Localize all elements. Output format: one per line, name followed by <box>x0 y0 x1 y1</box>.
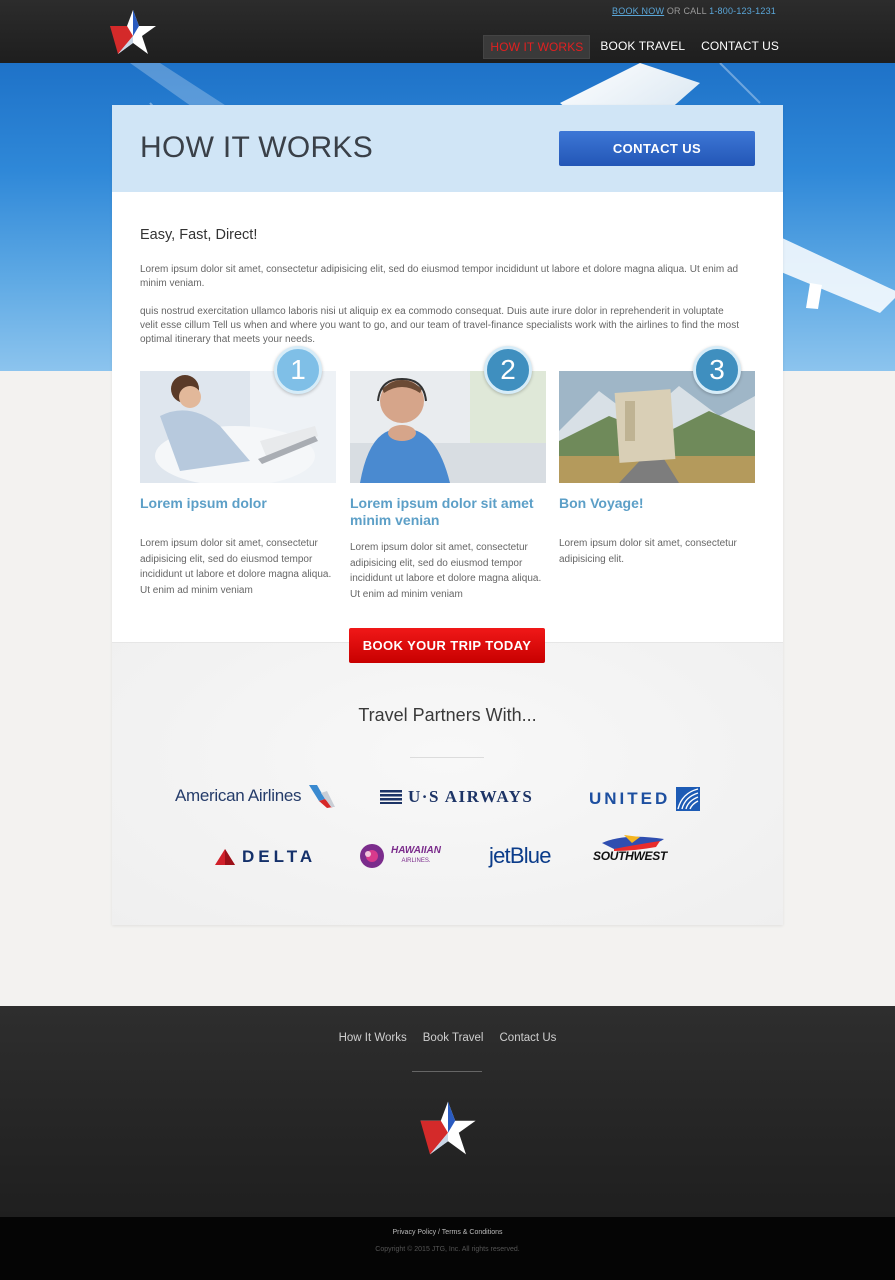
delta-widget-icon <box>215 849 235 865</box>
footer-divider <box>412 1071 482 1072</box>
step-3-title: Bon Voyage! <box>559 495 644 511</box>
main-card: HOW IT WORKS CONTACT US Easy, Fast, Dire… <box>112 105 783 925</box>
intro-paragraph-1: Lorem ipsum dolor sit amet, consectetur … <box>140 264 739 289</box>
footer: How It Works Book Travel Contact Us <box>0 1006 895 1217</box>
step-2-badge: 2 <box>484 346 532 394</box>
us-airways-logo: U·S AIRWAYS <box>380 787 533 807</box>
us-airways-name: U·S AIRWAYS <box>408 787 534 806</box>
privacy-policy-link[interactable]: Privacy Policy <box>393 1229 437 1236</box>
american-airlines-eagle-icon <box>309 785 336 808</box>
united-globe-icon <box>676 787 701 811</box>
book-trip-button[interactable]: BOOK YOUR TRIP TODAY <box>349 628 545 663</box>
step-2-text: Lorem ipsum dolor sit amet, consectetur … <box>350 542 542 600</box>
southwest-name: SOUTHWEST <box>593 849 667 863</box>
intro-heading: Easy, Fast, Direct! <box>140 227 258 243</box>
step-1-title: Lorem ipsum dolor <box>140 495 267 511</box>
hawaiian-flower-icon <box>360 844 384 868</box>
delta-logo: DELTA <box>214 847 316 867</box>
delta-name: DELTA <box>242 847 317 866</box>
top-contact-line: BOOK NOW OR CALL 1-800-123-1231 <box>612 6 776 16</box>
partners-title: Travel Partners With... <box>358 705 537 725</box>
footer-link-contact-us[interactable]: Contact Us <box>500 1032 557 1044</box>
footer-star-logo-icon[interactable] <box>418 1099 478 1157</box>
page-title: HOW IT WORKS <box>140 131 374 164</box>
nav-item-contact-us[interactable]: CONTACT US <box>695 35 785 59</box>
legal-bar: Privacy Policy / Terms & Conditions Copy… <box>0 1217 895 1280</box>
united-name: UNITED <box>589 789 671 808</box>
southwest-logo: SOUTHWEST <box>593 831 667 863</box>
star-logo-icon[interactable] <box>108 8 158 56</box>
united-logo: UNITED <box>589 787 701 811</box>
legal-links: Privacy Policy / Terms & Conditions <box>0 1229 895 1236</box>
nav-item-book-travel[interactable]: BOOK TRAVEL <box>594 35 691 59</box>
hawaiian-airlines-logo: HAWAIIAN AIRLINES. <box>359 843 441 869</box>
footer-link-book-travel[interactable]: Book Travel <box>423 1032 484 1044</box>
step-1-badge: 1 <box>274 346 322 394</box>
footer-nav: How It Works Book Travel Contact Us <box>0 1032 895 1044</box>
terms-link[interactable]: Terms & Conditions <box>442 1229 503 1236</box>
hawaiian-subname: AIRLINES. <box>401 858 431 864</box>
intro-paragraph-2: quis nostrud exercitation ullamco labori… <box>140 306 739 345</box>
top-bar: BOOK NOW OR CALL 1-800-123-1231 HOW IT W… <box>0 0 895 63</box>
partners-divider <box>410 757 484 758</box>
jetblue-name: jetBlue <box>489 843 551 868</box>
main-nav: HOW IT WORKS BOOK TRAVEL CONTACT US <box>483 35 785 59</box>
us-airways-flag-icon <box>380 790 402 804</box>
phone-number[interactable]: 1-800-123-1231 <box>709 6 776 16</box>
jetblue-logo: jetBlue <box>489 843 551 869</box>
nav-item-how-it-works[interactable]: HOW IT WORKS <box>483 35 591 59</box>
footer-link-how-it-works[interactable]: How It Works <box>339 1032 407 1044</box>
american-airlines-name: American Airlines <box>175 786 302 805</box>
copyright-text: Copyright © 2015 JTG, Inc. All rights re… <box>375 1246 520 1253</box>
step-2-title: Lorem ipsum dolor sit amet minim venian <box>350 495 534 528</box>
step-1-text: Lorem ipsum dolor sit amet, consectetur … <box>140 538 332 596</box>
step-3-text: Lorem ipsum dolor sit amet, consectetur … <box>559 538 737 565</box>
or-call-text: OR CALL <box>664 6 710 16</box>
step-3-badge: 3 <box>693 346 741 394</box>
book-now-link[interactable]: BOOK NOW <box>612 6 664 16</box>
contact-us-button[interactable]: CONTACT US <box>559 131 755 166</box>
american-airlines-logo: American Airlines <box>175 783 337 809</box>
hawaiian-name: HAWAIIAN <box>391 845 441 856</box>
